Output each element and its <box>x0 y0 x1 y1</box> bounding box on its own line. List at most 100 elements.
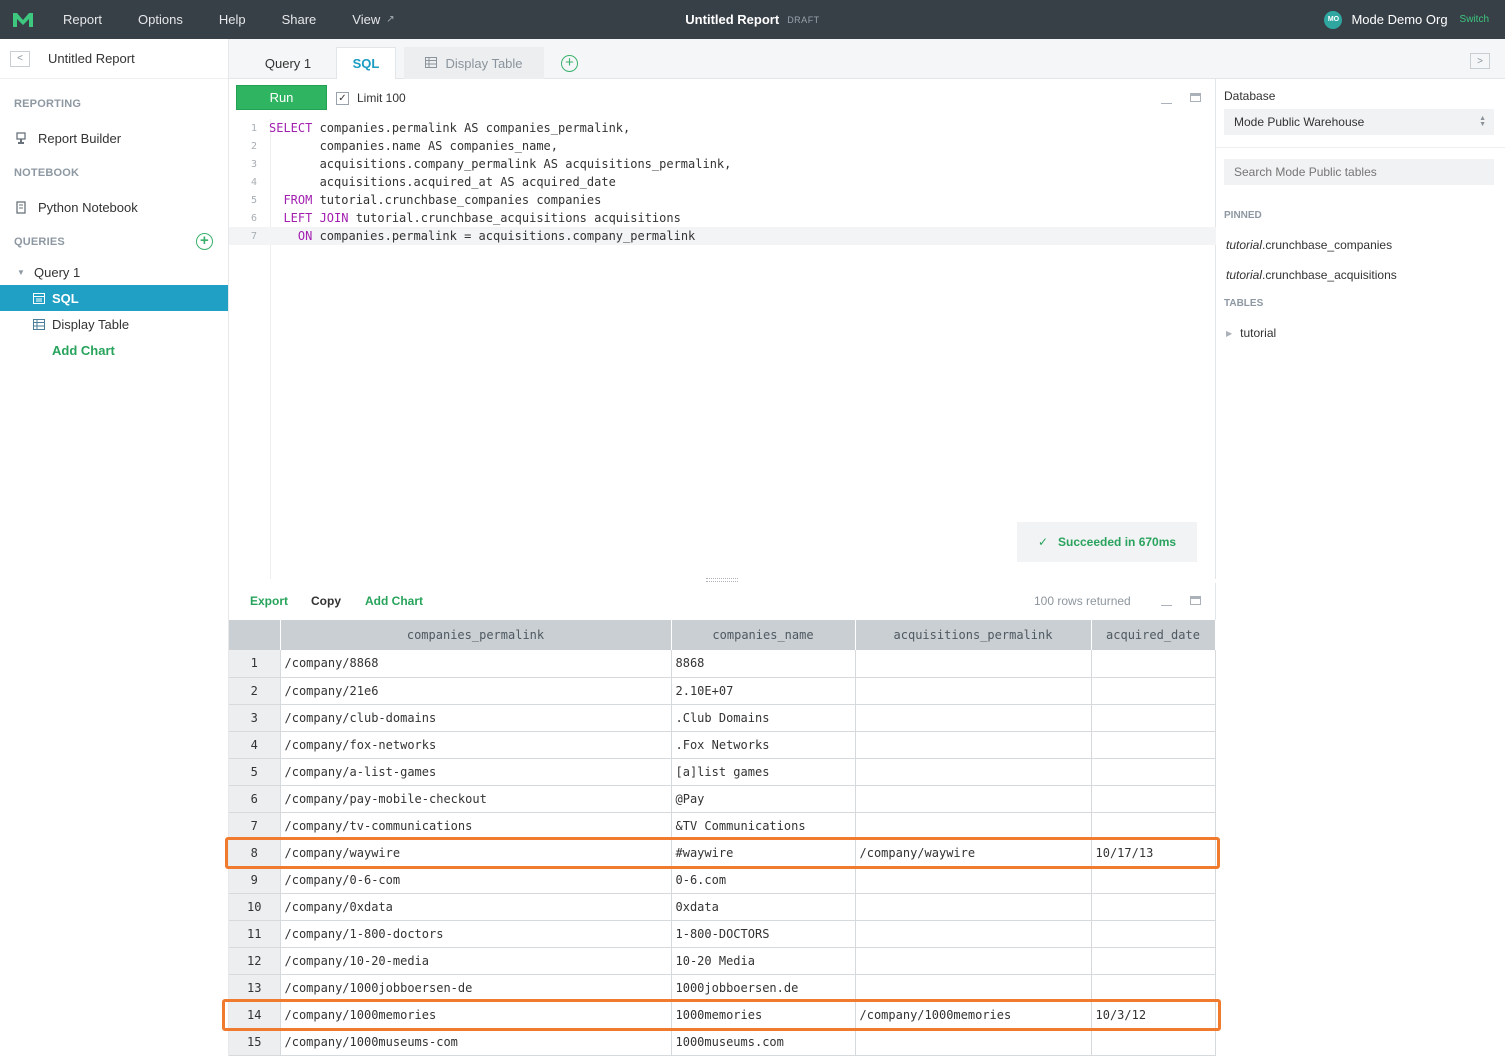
table-cell[interactable] <box>1091 704 1216 732</box>
tab-sql[interactable]: SQL <box>336 47 396 79</box>
table-cell[interactable] <box>1091 677 1216 705</box>
row-number-cell[interactable]: 8 <box>229 839 281 867</box>
table-cell[interactable]: 0xdata <box>671 893 856 921</box>
column-header[interactable]: acquisitions_permalink <box>855 620 1092 650</box>
table-cell[interactable]: 1000jobboersen.de <box>671 974 856 1002</box>
table-cell[interactable] <box>855 812 1092 840</box>
code-line[interactable]: 5 FROM tutorial.crunchbase_companies com… <box>229 191 1216 209</box>
collapse-sidebar-button[interactable]: < <box>10 50 30 67</box>
maximize-results-icon[interactable] <box>1190 596 1201 605</box>
table-cell[interactable] <box>855 974 1092 1002</box>
table-cell[interactable] <box>1091 947 1216 975</box>
nav-share[interactable]: Share <box>264 0 335 39</box>
table-cell[interactable] <box>855 785 1092 813</box>
table-cell[interactable] <box>855 704 1092 732</box>
schema-tree-item[interactable]: ▶ tutorial <box>1226 326 1276 340</box>
add-tab-button[interactable]: + <box>561 55 578 72</box>
table-cell[interactable] <box>1091 650 1216 678</box>
sql-code-editor[interactable]: 1 SELECT companies.permalink AS companies… <box>229 119 1216 245</box>
row-number-cell[interactable]: 12 <box>229 947 281 975</box>
table-cell[interactable] <box>855 920 1092 948</box>
sidebar-add-chart-link[interactable]: Add Chart <box>0 337 228 363</box>
export-button[interactable]: Export <box>250 594 288 608</box>
table-cell[interactable]: /company/1-800-doctors <box>280 920 672 948</box>
nav-view[interactable]: View ↗ <box>334 0 412 39</box>
nav-report[interactable]: Report <box>45 0 120 39</box>
code-line[interactable]: 3 acquisitions.company_permalink AS acqu… <box>229 155 1216 173</box>
table-cell[interactable]: 10/17/13 <box>1091 839 1216 867</box>
table-cell[interactable] <box>1091 920 1216 948</box>
table-cell[interactable]: /company/waywire <box>855 839 1092 867</box>
sidebar-item-python-notebook[interactable]: Python Notebook <box>0 190 228 225</box>
column-header[interactable]: companies_name <box>671 620 856 650</box>
resize-handle[interactable] <box>706 578 738 582</box>
table-cell[interactable]: /company/1000museums-com <box>280 1028 672 1056</box>
table-cell[interactable]: /company/1000memories <box>280 1001 672 1029</box>
minimize-editor-icon[interactable] <box>1161 98 1172 104</box>
row-number-cell[interactable]: 15 <box>229 1028 281 1056</box>
row-number-cell[interactable]: 10 <box>229 893 281 921</box>
row-number-cell[interactable]: 7 <box>229 812 281 840</box>
row-number-cell[interactable]: 3 <box>229 704 281 732</box>
limit-checkbox[interactable]: ✓ <box>336 91 349 105</box>
sidebar-item-sql[interactable]: SQL <box>0 285 228 311</box>
table-cell[interactable] <box>1091 974 1216 1002</box>
code-line[interactable]: 4 acquisitions.acquired_at AS acquired_d… <box>229 173 1216 191</box>
column-header[interactable]: companies_permalink <box>280 620 672 650</box>
pinned-table-item[interactable]: tutorial.crunchbase_acquisitions <box>1226 268 1397 282</box>
table-cell[interactable] <box>855 866 1092 894</box>
table-cell[interactable] <box>855 677 1092 705</box>
table-cell[interactable]: @Pay <box>671 785 856 813</box>
table-cell[interactable]: .Club Domains <box>671 704 856 732</box>
tab-display-table[interactable]: Display Table <box>404 47 544 79</box>
table-cell[interactable]: /company/pay-mobile-checkout <box>280 785 672 813</box>
row-number-cell[interactable]: 5 <box>229 758 281 786</box>
table-cell[interactable] <box>1091 731 1216 759</box>
table-cell[interactable]: /company/club-domains <box>280 704 672 732</box>
table-cell[interactable]: 0-6.com <box>671 866 856 894</box>
row-number-cell[interactable]: 9 <box>229 866 281 894</box>
table-cell[interactable]: /company/tv-communications <box>280 812 672 840</box>
table-cell[interactable]: 2.10E+07 <box>671 677 856 705</box>
table-cell[interactable]: 10/3/12 <box>1091 1001 1216 1029</box>
code-line[interactable]: 6 LEFT JOIN tutorial.crunchbase_acquisit… <box>229 209 1216 227</box>
limit-toggle[interactable]: ✓ Limit 100 <box>336 91 406 105</box>
nav-help[interactable]: Help <box>201 0 264 39</box>
add-query-button[interactable]: + <box>196 233 213 250</box>
maximize-editor-icon[interactable] <box>1190 93 1201 102</box>
table-cell[interactable]: /company/fox-networks <box>280 731 672 759</box>
row-number-cell[interactable]: 4 <box>229 731 281 759</box>
database-select[interactable]: Mode Public Warehouse ▲ ▼ <box>1224 109 1494 135</box>
table-cell[interactable] <box>855 893 1092 921</box>
row-number-cell[interactable]: 11 <box>229 920 281 948</box>
sidebar-item-display-table[interactable]: Display Table <box>0 311 228 337</box>
table-cell[interactable]: 1-800-DOCTORS <box>671 920 856 948</box>
table-cell[interactable] <box>1091 866 1216 894</box>
table-cell[interactable]: /company/0-6-com <box>280 866 672 894</box>
add-chart-button[interactable]: Add Chart <box>365 594 423 608</box>
table-cell[interactable] <box>855 1028 1092 1056</box>
nav-options[interactable]: Options <box>120 0 201 39</box>
table-cell[interactable] <box>855 731 1092 759</box>
table-cell[interactable]: #waywire <box>671 839 856 867</box>
table-cell[interactable] <box>1091 812 1216 840</box>
table-cell[interactable]: /company/waywire <box>280 839 672 867</box>
table-cell[interactable]: /company/10-20-media <box>280 947 672 975</box>
table-cell[interactable] <box>1091 785 1216 813</box>
pinned-table-item[interactable]: tutorial.crunchbase_companies <box>1226 238 1392 252</box>
row-number-cell[interactable]: 14 <box>229 1001 281 1029</box>
table-cell[interactable] <box>855 947 1092 975</box>
tab-query-1[interactable]: Query 1 <box>239 47 337 79</box>
minimize-results-icon[interactable] <box>1161 600 1172 606</box>
table-cell[interactable]: /company/1000memories <box>855 1001 1092 1029</box>
sidebar-item-report-builder[interactable]: Report Builder <box>0 121 228 156</box>
collapse-right-panel-button[interactable]: > <box>1470 53 1490 69</box>
table-cell[interactable]: /company/a-list-games <box>280 758 672 786</box>
table-cell[interactable] <box>855 650 1092 678</box>
table-cell[interactable]: /company/21e6 <box>280 677 672 705</box>
row-number-cell[interactable]: 13 <box>229 974 281 1002</box>
table-cell[interactable] <box>855 758 1092 786</box>
search-tables-input[interactable] <box>1224 159 1494 185</box>
table-cell[interactable]: /company/8868 <box>280 650 672 678</box>
code-line[interactable]: 2 companies.name AS companies_name, <box>229 137 1216 155</box>
